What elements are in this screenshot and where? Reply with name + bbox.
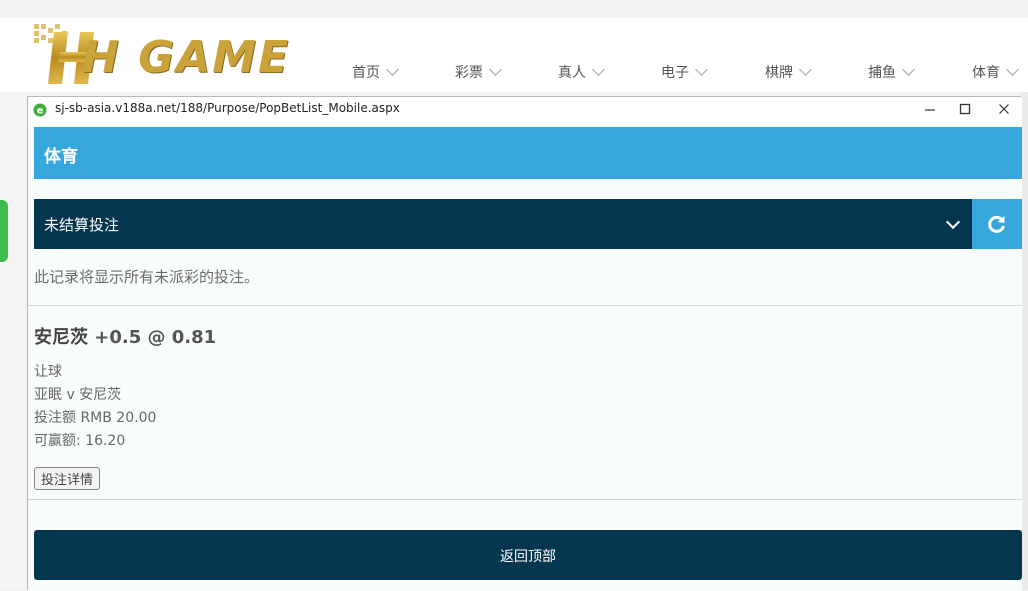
nav-item-live[interactable]: 真人 [558,62,605,82]
nav-item-sports[interactable]: 体育 [972,62,1019,82]
chevron-down-icon [695,63,708,76]
side-float-tab[interactable] [0,200,8,262]
bet-filter-value: 未结算投注 [44,216,120,234]
minimize-icon [925,109,935,111]
close-icon [999,104,1009,114]
chevron-down-icon [1006,63,1019,76]
chevron-down-icon [945,214,961,230]
popup-content: 体育 未结算投注 此记录将显示所有未派彩的投注。 安尼茨 +0.5 @ 0.81… [28,121,1022,591]
chevron-down-icon [386,63,399,76]
site-background-right [1021,92,1028,590]
site-header: H GAME 首页 彩票 真人 电子 棋牌 捕鱼 体育 [0,18,1028,92]
chevron-down-icon [489,63,502,76]
svg-text:e: e [37,106,44,117]
maximize-button[interactable] [950,99,980,119]
bet-item: 安尼茨 +0.5 @ 0.81 让球 亚眠 v 安尼茨 投注额 RMB 20.0… [34,323,216,490]
divider [28,499,1022,500]
nav-label: 首页 [352,65,380,81]
nav-item-home[interactable]: 首页 [352,62,399,82]
window-url: sj-sb-asia.v188a.net/188/Purpose/PopBetL… [55,101,400,115]
logo-text: H GAME [82,32,291,83]
close-button[interactable] [989,99,1019,119]
nav-item-slots[interactable]: 电子 [661,62,708,82]
bet-headline: 安尼茨 +0.5 @ 0.81 [34,323,216,349]
popup-window: e sj-sb-asia.v188a.net/188/Purpose/PopBe… [27,96,1022,591]
nav-label: 电子 [661,65,689,81]
bet-odds: +0.5 @ 0.81 [94,327,217,348]
info-text: 此记录将显示所有未派彩的投注。 [34,268,260,286]
chevron-down-icon [799,63,812,76]
sport-header: 体育 [34,127,1022,179]
site-background-left [0,92,27,590]
chevron-down-icon [902,63,915,76]
back-to-top-label: 返回顶部 [500,549,556,565]
maximize-icon [959,103,971,115]
nav-label: 真人 [558,65,586,81]
nav-item-fishing[interactable]: 捕鱼 [868,62,915,82]
bet-stake: 投注额 RMB 20.00 [34,410,157,426]
window-titlebar[interactable]: e sj-sb-asia.v188a.net/188/Purpose/PopBe… [28,97,1022,121]
minimize-button[interactable] [915,99,945,119]
back-to-top-button[interactable]: 返回顶部 [34,530,1022,580]
chevron-down-icon [592,63,605,76]
bet-details-button[interactable]: 投注详情 [34,467,101,490]
bet-selection: 安尼茨 [34,327,88,348]
site-logo[interactable]: H GAME [32,22,294,90]
site-top-strip [0,0,1028,18]
refresh-icon [988,215,1005,233]
nav-label: 彩票 [455,65,483,81]
nav-item-lottery[interactable]: 彩票 [455,62,502,82]
bet-market: 让球 [34,364,62,380]
refresh-button[interactable] [972,199,1022,249]
nav-label: 棋牌 [765,65,793,81]
nav-item-cards[interactable]: 棋牌 [765,62,812,82]
page-title: 体育 [44,147,78,167]
bet-payout: 可赢额: 16.20 [34,433,126,449]
divider [28,305,1022,306]
nav-label: 捕鱼 [868,65,896,81]
bet-filter-select[interactable]: 未结算投注 [34,199,972,249]
browser-icon: e [33,102,47,117]
nav-label: 体育 [972,65,1000,81]
bet-match: 亚眠 v 安尼茨 [34,387,122,403]
